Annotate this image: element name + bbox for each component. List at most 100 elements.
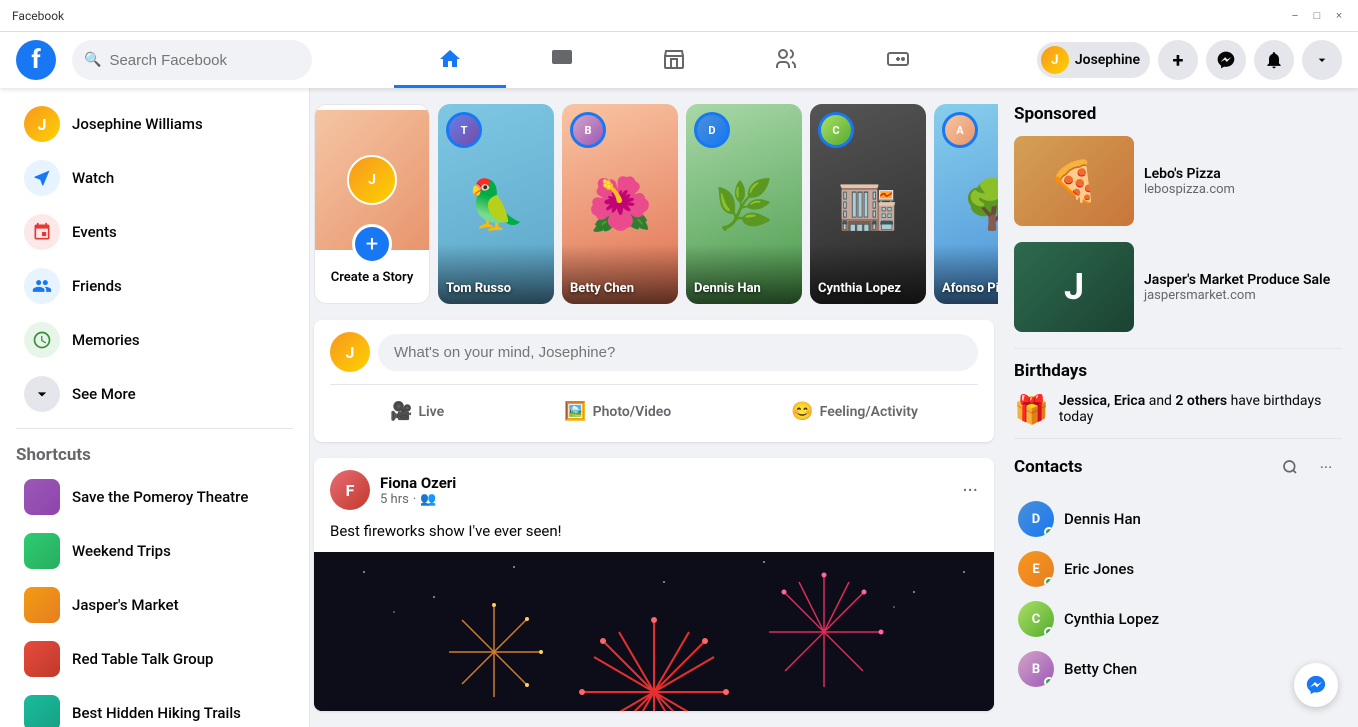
photo-icon: 🖼️ — [564, 401, 586, 422]
feed-post-author: F Fiona Ozeri 5 hrs · 👥 — [330, 470, 456, 510]
nav-tab-home[interactable] — [394, 32, 506, 88]
sponsored-title: Sponsored — [1014, 104, 1342, 124]
live-action[interactable]: 🎥 Live — [378, 393, 456, 430]
dennis-online-dot — [1044, 527, 1054, 537]
post-actions: 🎥 Live 🖼️ Photo/Video 😊 Feeling/Activity — [330, 393, 978, 430]
logo-area: f 🔍 — [16, 40, 312, 80]
nav-tab-watch[interactable] — [506, 32, 618, 88]
pomeroy-icon — [24, 479, 60, 515]
app-title: Facebook — [12, 9, 64, 23]
contact-betty[interactable]: B Betty Chen — [1014, 645, 1342, 693]
nav-tab-gaming[interactable] — [842, 32, 954, 88]
contacts-title: Contacts — [1014, 457, 1082, 477]
search-icon: 🔍 — [84, 52, 101, 68]
ad-item-lebos[interactable]: 🍕 Lebo's Pizza lebospizza.com — [1014, 136, 1342, 226]
story-card-betty[interactable]: B 🌺 Betty Chen — [562, 104, 678, 304]
sidebar-item-memories[interactable]: Memories — [8, 314, 301, 366]
lebos-ad-info: Lebo's Pizza lebospizza.com — [1144, 136, 1235, 226]
user-chip[interactable]: J Josephine — [1037, 42, 1150, 78]
betty-contact-avatar: B — [1018, 651, 1054, 687]
betty-story-name: Betty Chen — [570, 281, 670, 296]
weekend-trips-icon — [24, 533, 60, 569]
create-story-card[interactable]: J + Create a Story — [314, 104, 430, 304]
watch-icon — [24, 160, 60, 196]
facebook-logo[interactable]: f — [16, 40, 56, 80]
events-label: Events — [72, 223, 117, 241]
story-card-afonso[interactable]: A 🌳 Afonso Pinto — [934, 104, 998, 304]
header-right: J Josephine + — [1037, 40, 1342, 80]
jaspers-ad-url: jaspersmarket.com — [1144, 288, 1330, 303]
sidebar-shortcut-weekend-trips[interactable]: Weekend Trips — [8, 525, 301, 577]
search-input[interactable] — [109, 52, 300, 69]
ad-item-jaspers[interactable]: J Jasper's Market Produce Sale jaspersma… — [1014, 242, 1342, 332]
feed-post-author-info: Fiona Ozeri 5 hrs · 👥 — [380, 474, 456, 507]
sidebar-profile[interactable]: J Josephine Williams — [8, 98, 301, 150]
contacts-more-button[interactable]: ··· — [1310, 451, 1342, 483]
maximize-button[interactable]: □ — [1310, 9, 1324, 23]
close-button[interactable]: × — [1332, 9, 1346, 23]
minimize-button[interactable]: − — [1288, 9, 1302, 23]
pomeroy-label: Save the Pomeroy Theatre — [72, 488, 248, 506]
jaspers-ad-name: Jasper's Market Produce Sale — [1144, 272, 1330, 288]
nav-tab-groups[interactable] — [730, 32, 842, 88]
cynthia-contact-avatar: C — [1018, 601, 1054, 637]
post-input[interactable] — [378, 334, 978, 371]
betty-contact-name: Betty Chen — [1064, 660, 1137, 678]
photo-action[interactable]: 🖼️ Photo/Video — [552, 393, 683, 430]
tom-story-name: Tom Russo — [446, 281, 546, 296]
sidebar-shortcut-red-table[interactable]: Red Table Talk Group — [8, 633, 301, 685]
create-story-plus-btn[interactable]: + — [352, 224, 392, 264]
jaspers-label: Jasper's Market — [72, 596, 179, 614]
dennis-contact-name: Dennis Han — [1064, 510, 1141, 528]
lebos-ad-url: lebospizza.com — [1144, 182, 1235, 197]
dennis-contact-avatar: D — [1018, 501, 1054, 537]
contacts-search-button[interactable] — [1274, 451, 1306, 483]
friends-label: Friends — [72, 277, 122, 295]
cynthia-story-name: Cynthia Lopez — [818, 281, 918, 296]
sidebar-item-watch[interactable]: Watch — [8, 152, 301, 204]
nav-tab-marketplace[interactable] — [618, 32, 730, 88]
sidebar-shortcut-pomeroy[interactable]: Save the Pomeroy Theatre — [8, 471, 301, 523]
story-card-cynthia[interactable]: C 🏬 Cynthia Lopez — [810, 104, 926, 304]
hiking-icon — [24, 695, 60, 727]
sidebar-item-friends[interactable]: Friends — [8, 260, 301, 312]
dropdown-button[interactable] — [1302, 40, 1342, 80]
eric-contact-avatar: E — [1018, 551, 1054, 587]
see-more-label: See More — [72, 385, 136, 403]
create-story-label: Create a Story — [331, 270, 414, 287]
story-card-tom[interactable]: T 🦜 Tom Russo — [438, 104, 554, 304]
sidebar-item-events[interactable]: Events — [8, 206, 301, 258]
add-button[interactable]: + — [1158, 40, 1198, 80]
fiona-avatar: F — [330, 470, 370, 510]
header: f 🔍 J Josephine + — [0, 32, 1358, 88]
right-panel: Sponsored 🍕 Lebo's Pizza lebospizza.com … — [998, 88, 1358, 727]
post-options-button[interactable]: ··· — [962, 478, 978, 502]
events-icon — [24, 214, 60, 250]
notifications-button[interactable] — [1254, 40, 1294, 80]
feeling-action[interactable]: 😊 Feeling/Activity — [779, 393, 930, 430]
post-box: J 🎥 Live 🖼️ Photo/Video 😊 Feeling/Activi… — [314, 320, 994, 442]
red-table-label: Red Table Talk Group — [72, 650, 213, 668]
window-controls: − □ × — [1288, 9, 1346, 23]
sidebar-shortcut-jaspers[interactable]: Jasper's Market — [8, 579, 301, 631]
post-box-top: J — [330, 332, 978, 372]
sidebar-item-see-more[interactable]: See More — [8, 368, 301, 420]
contact-dennis[interactable]: D Dennis Han — [1014, 495, 1342, 543]
jaspers-market-image: J — [1014, 242, 1134, 332]
red-table-icon — [24, 641, 60, 677]
contact-eric[interactable]: E Eric Jones — [1014, 545, 1342, 593]
cynthia-contact-name: Cynthia Lopez — [1064, 610, 1159, 628]
search-bar[interactable]: 🔍 — [72, 40, 312, 80]
weekend-trips-label: Weekend Trips — [72, 542, 171, 560]
afonso-story-name: Afonso Pinto — [942, 281, 998, 296]
lebos-ad-name: Lebo's Pizza — [1144, 166, 1235, 182]
create-story-top: J + — [315, 105, 429, 250]
contact-cynthia[interactable]: C Cynthia Lopez — [1014, 595, 1342, 643]
messenger-button[interactable] — [1206, 40, 1246, 80]
sidebar-shortcut-hiking[interactable]: Best Hidden Hiking Trails — [8, 687, 301, 727]
story-card-dennis[interactable]: D 🌿 Dennis Han — [686, 104, 802, 304]
main-feed: J + Create a Story T 🦜 Tom Russo B 🌺 Bet… — [310, 88, 998, 727]
messenger-fab[interactable] — [1294, 663, 1338, 707]
post-dot: · — [413, 492, 416, 507]
eric-contact-name: Eric Jones — [1064, 560, 1134, 578]
